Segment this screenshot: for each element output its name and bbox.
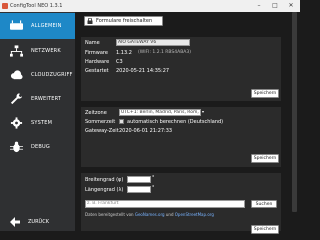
sidebar-item-label: ERWEITERT <box>31 96 62 102</box>
arrow-left-icon <box>10 216 22 227</box>
source-prefix: Daten bereitgestellt von <box>85 212 135 217</box>
sidebar-item-allgemein[interactable]: ALLGEMEIN <box>0 13 75 39</box>
app-icon <box>2 3 8 9</box>
name-field: AIO GATEWAY V6 <box>116 39 190 46</box>
main-content: Formulare freischalten Name AIO GATEWAY … <box>75 12 300 234</box>
geonames-link[interactable]: GeoNames.org <box>135 212 165 217</box>
openstreetmap-link[interactable]: OpenStreetMap.org <box>175 212 214 217</box>
save-geo-button[interactable]: Speichern <box>251 225 279 234</box>
dst-text: automatisch berechnen (Deutschland) <box>127 119 224 125</box>
geo-location-card: Breitengrad (φ) ° Längengrad (λ) ° z. B.… <box>81 173 281 234</box>
gateway-icon <box>9 20 23 32</box>
minimize-button[interactable]: – <box>252 0 266 12</box>
window-titlebar: ConfigTool NEO 1.3.1 – □ ✕ <box>0 0 300 12</box>
longitude-label: Längengrad (λ) <box>85 187 124 193</box>
back-label: ZURÜCK <box>28 218 49 225</box>
back-button[interactable]: ZURÜCK <box>0 212 75 231</box>
scrollbar[interactable] <box>289 12 300 231</box>
sidebar-item-cloudzugriff[interactable]: CLOUDZUGRIFF <box>0 62 75 88</box>
latitude-label: Breitengrad (φ) <box>85 177 124 183</box>
save-device-button[interactable]: Speichern <box>251 89 279 98</box>
sidebar-item-erweitert[interactable]: ERWEITERT <box>0 86 75 112</box>
device-info-card: Name AIO GATEWAY V6 Firmware 1.13.2 (WIF… <box>81 37 281 101</box>
location-search-input[interactable]: z. B. Frankfurt <box>85 200 245 208</box>
cloud-icon <box>9 69 23 81</box>
gateway-time-value: 2020-06-01 21:27:33 <box>119 128 173 134</box>
longitude-degree: ° <box>152 185 155 191</box>
longitude-input[interactable] <box>127 186 151 193</box>
timezone-select[interactable]: UTC+1: Berlin, Madrid, Paris, Rom, Wien <box>119 109 201 116</box>
name-label: Name <box>85 40 100 46</box>
search-button[interactable]: Suchen <box>251 200 277 208</box>
started-label: Gestartet <box>85 68 109 74</box>
sidebar-item-label: DEBUG <box>31 144 50 150</box>
timezone-label: Zeitzone <box>85 110 107 116</box>
source-mid: und <box>164 212 175 217</box>
scrollbar-thumb[interactable] <box>292 12 297 212</box>
sidebar-item-debug[interactable]: DEBUG <box>0 134 75 160</box>
sidebar-item-netzwerk[interactable]: NETZWERK <box>0 38 75 64</box>
release-forms-button[interactable]: Formulare freischalten <box>84 16 163 26</box>
sidebar-item-label: ALLGEMEIN <box>31 23 62 29</box>
close-button[interactable]: ✕ <box>284 0 298 12</box>
time-settings-card: Zeitzone UTC+1: Berlin, Madrid, Paris, R… <box>81 107 281 167</box>
dst-checkbox[interactable] <box>119 119 124 124</box>
save-time-button[interactable]: Speichern <box>251 154 279 163</box>
firmware-extra: (WIFI: 1.2.1 RBS4ABA3) <box>138 50 191 55</box>
network-icon <box>9 45 23 57</box>
firmware-version: 1.13.2 <box>116 50 132 56</box>
latitude-degree: ° <box>152 175 155 181</box>
maximize-button[interactable]: □ <box>268 0 282 12</box>
sidebar-item-label: SYSTEM <box>31 120 53 126</box>
sidebar: ALLGEMEIN NETZWERK CLOUDZUGRIFF ERWEITER… <box>0 12 75 231</box>
wrench-icon <box>9 93 23 105</box>
sidebar-item-label: CLOUDZUGRIFF <box>31 72 73 78</box>
sidebar-item-system[interactable]: SYSTEM <box>0 110 75 136</box>
hardware-label: Hardware <box>85 59 110 65</box>
firmware-label: Firmware <box>85 50 108 56</box>
data-source-note: Daten bereitgestellt von GeoNames.org un… <box>85 212 214 217</box>
latitude-input[interactable] <box>127 176 151 183</box>
lock-icon <box>87 17 93 24</box>
window-title: ConfigTool NEO 1.3.1 <box>10 3 63 9</box>
hardware-value: C3 <box>116 59 123 65</box>
gear-icon <box>9 117 23 129</box>
gateway-time-label: Gateway-Zeit <box>85 128 119 134</box>
chevron-down-icon[interactable]: ▾ <box>202 109 204 114</box>
dst-label: Sommerzeit <box>85 119 116 125</box>
started-value: 2020-05-21 14:35:27 <box>116 68 170 74</box>
sidebar-item-label: NETZWERK <box>31 48 61 54</box>
bug-icon <box>9 141 23 153</box>
